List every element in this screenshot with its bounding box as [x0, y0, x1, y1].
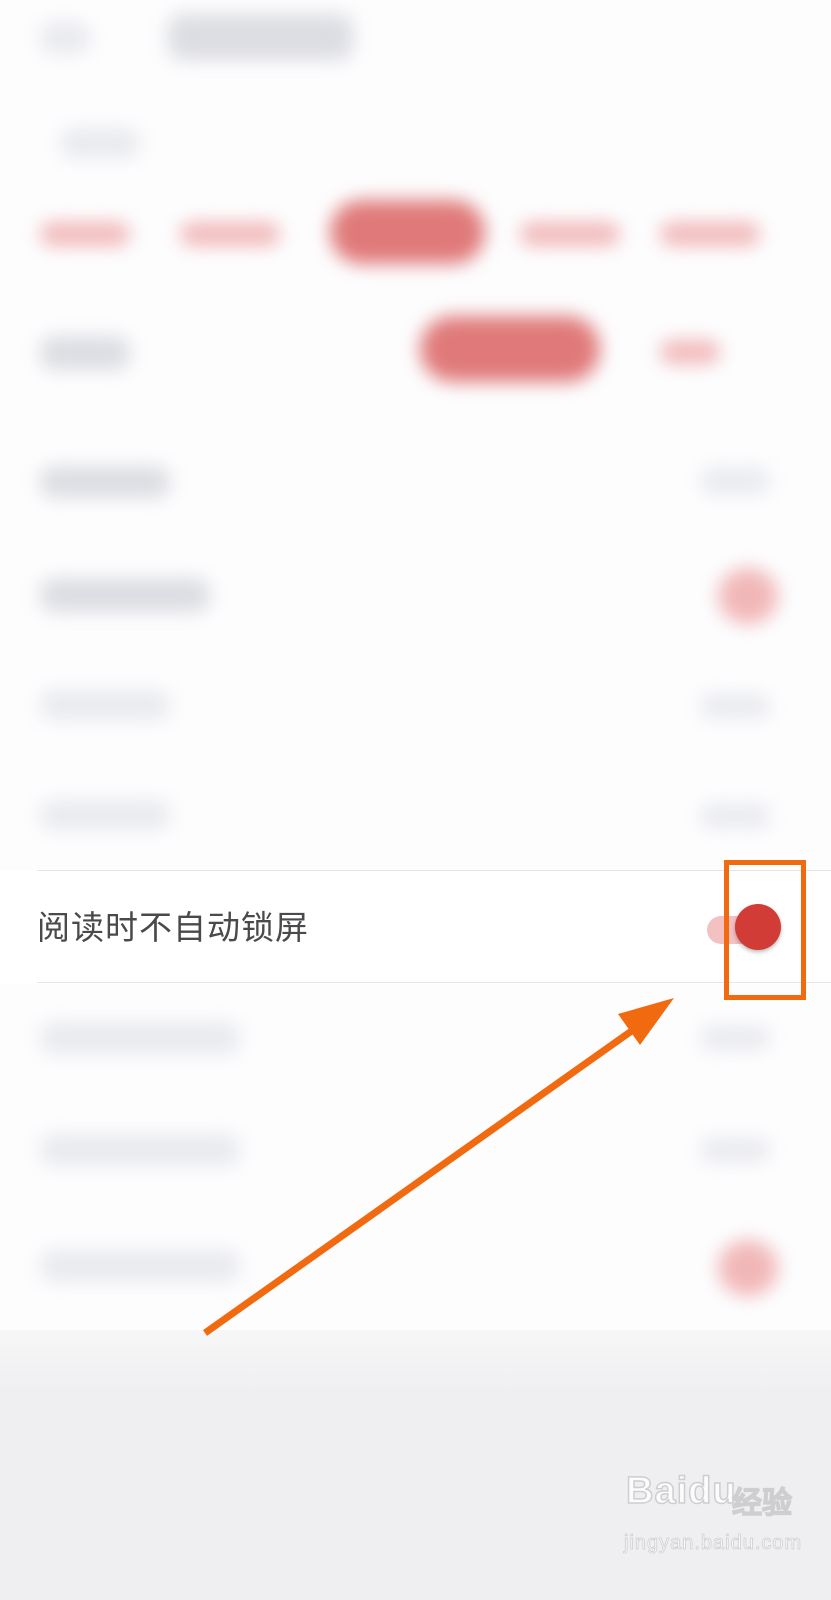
blurred-row-value	[700, 694, 770, 718]
blurred-option	[520, 222, 620, 246]
divider	[37, 870, 831, 871]
blurred-back-icon	[40, 22, 90, 54]
blurred-row-label	[40, 1250, 240, 1282]
blurred-header-title	[168, 14, 353, 60]
watermark-brand: Baidu	[625, 1469, 737, 1513]
blurred-settings-content	[0, 0, 831, 1600]
watermark-brand-cn: 经验	[731, 1485, 792, 1521]
blurred-row-label	[40, 800, 170, 830]
blurred-selected-option	[330, 200, 485, 264]
blurred-row-value	[700, 804, 770, 828]
blurred-row-label	[40, 1022, 240, 1054]
blurred-toggle	[718, 568, 778, 624]
blurred-option	[660, 340, 720, 364]
blurred-row-label	[40, 466, 170, 498]
watermark-url: jingyan.baidu.com	[624, 1532, 803, 1555]
blurred-row-label	[40, 1134, 240, 1166]
setting-label: 阅读时不自动锁屏	[37, 908, 309, 947]
blurred-section-label	[60, 128, 140, 158]
blurred-row-label	[40, 690, 170, 720]
highlight-rectangle-icon	[724, 860, 806, 1000]
blurred-row-label	[40, 578, 210, 612]
blurred-option	[180, 222, 280, 246]
blurred-row-value	[700, 468, 770, 494]
blurred-row-value	[700, 1026, 770, 1050]
settings-screen: 阅读时不自动锁屏 Baidu 经验 jingyan.baidu.com	[0, 0, 831, 1600]
blurred-option	[40, 222, 130, 246]
blurred-toggle	[718, 1240, 778, 1296]
blurred-row-label	[40, 336, 130, 370]
divider	[37, 982, 831, 983]
setting-row-no-auto-lock[interactable]: 阅读时不自动锁屏	[0, 870, 831, 984]
blurred-row-value	[700, 1138, 770, 1162]
baidu-watermark-logo: Baidu 经验 jingyan.baidu.com	[620, 1469, 802, 1580]
blurred-option	[660, 222, 760, 246]
blurred-selected-option	[420, 316, 600, 382]
